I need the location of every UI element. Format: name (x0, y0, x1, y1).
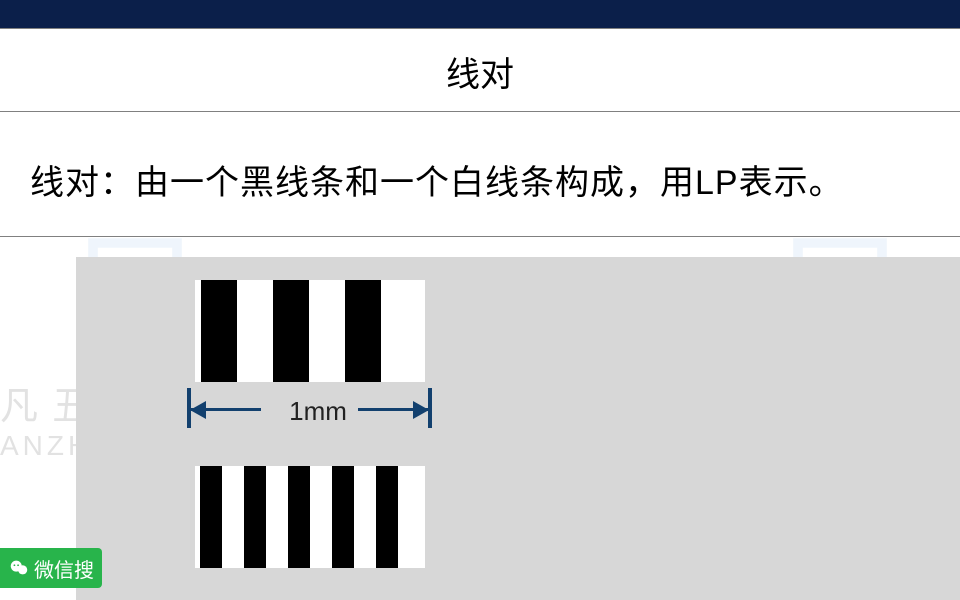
dimension-indicator: 1mm (187, 390, 432, 432)
black-bar (345, 280, 381, 382)
line-pair-pattern-5lp (195, 466, 425, 568)
white-bar (309, 280, 345, 382)
wechat-icon (8, 557, 30, 579)
white-bar (237, 280, 273, 382)
definition-row: 线对：由一个黑线条和一个白线条构成，用LP表示。 (0, 135, 960, 204)
dimension-label: 1mm (273, 396, 363, 427)
separator (0, 236, 960, 237)
white-bar (354, 466, 376, 568)
white-bar (310, 466, 332, 568)
title-row: 线对 (0, 36, 960, 106)
black-bar (332, 466, 354, 568)
wechat-label: 微信搜 (34, 554, 94, 583)
black-bar (201, 280, 237, 382)
white-bar (398, 466, 420, 568)
white-bar (266, 466, 288, 568)
top-bar (0, 0, 960, 28)
white-bar (222, 466, 244, 568)
definition-text: 线对：由一个黑线条和一个白线条构成，用LP表示。 (30, 164, 844, 202)
black-bar (200, 466, 222, 568)
white-bar (381, 280, 417, 382)
arrow-line (191, 408, 261, 411)
slide-page: 线对 线对：由一个黑线条和一个白线条构成，用LP表示。 凡 丑 ANZH 耋 A (0, 0, 960, 600)
arrow-right-icon (413, 401, 429, 419)
slide-title: 线对 (446, 47, 514, 96)
wechat-search-button[interactable]: 微信搜 (0, 548, 102, 588)
line-pair-pattern-3lp (195, 280, 425, 382)
separator (0, 28, 960, 29)
black-bar (288, 466, 310, 568)
separator (0, 111, 960, 112)
black-bar (376, 466, 398, 568)
black-bar (273, 280, 309, 382)
black-bar (244, 466, 266, 568)
